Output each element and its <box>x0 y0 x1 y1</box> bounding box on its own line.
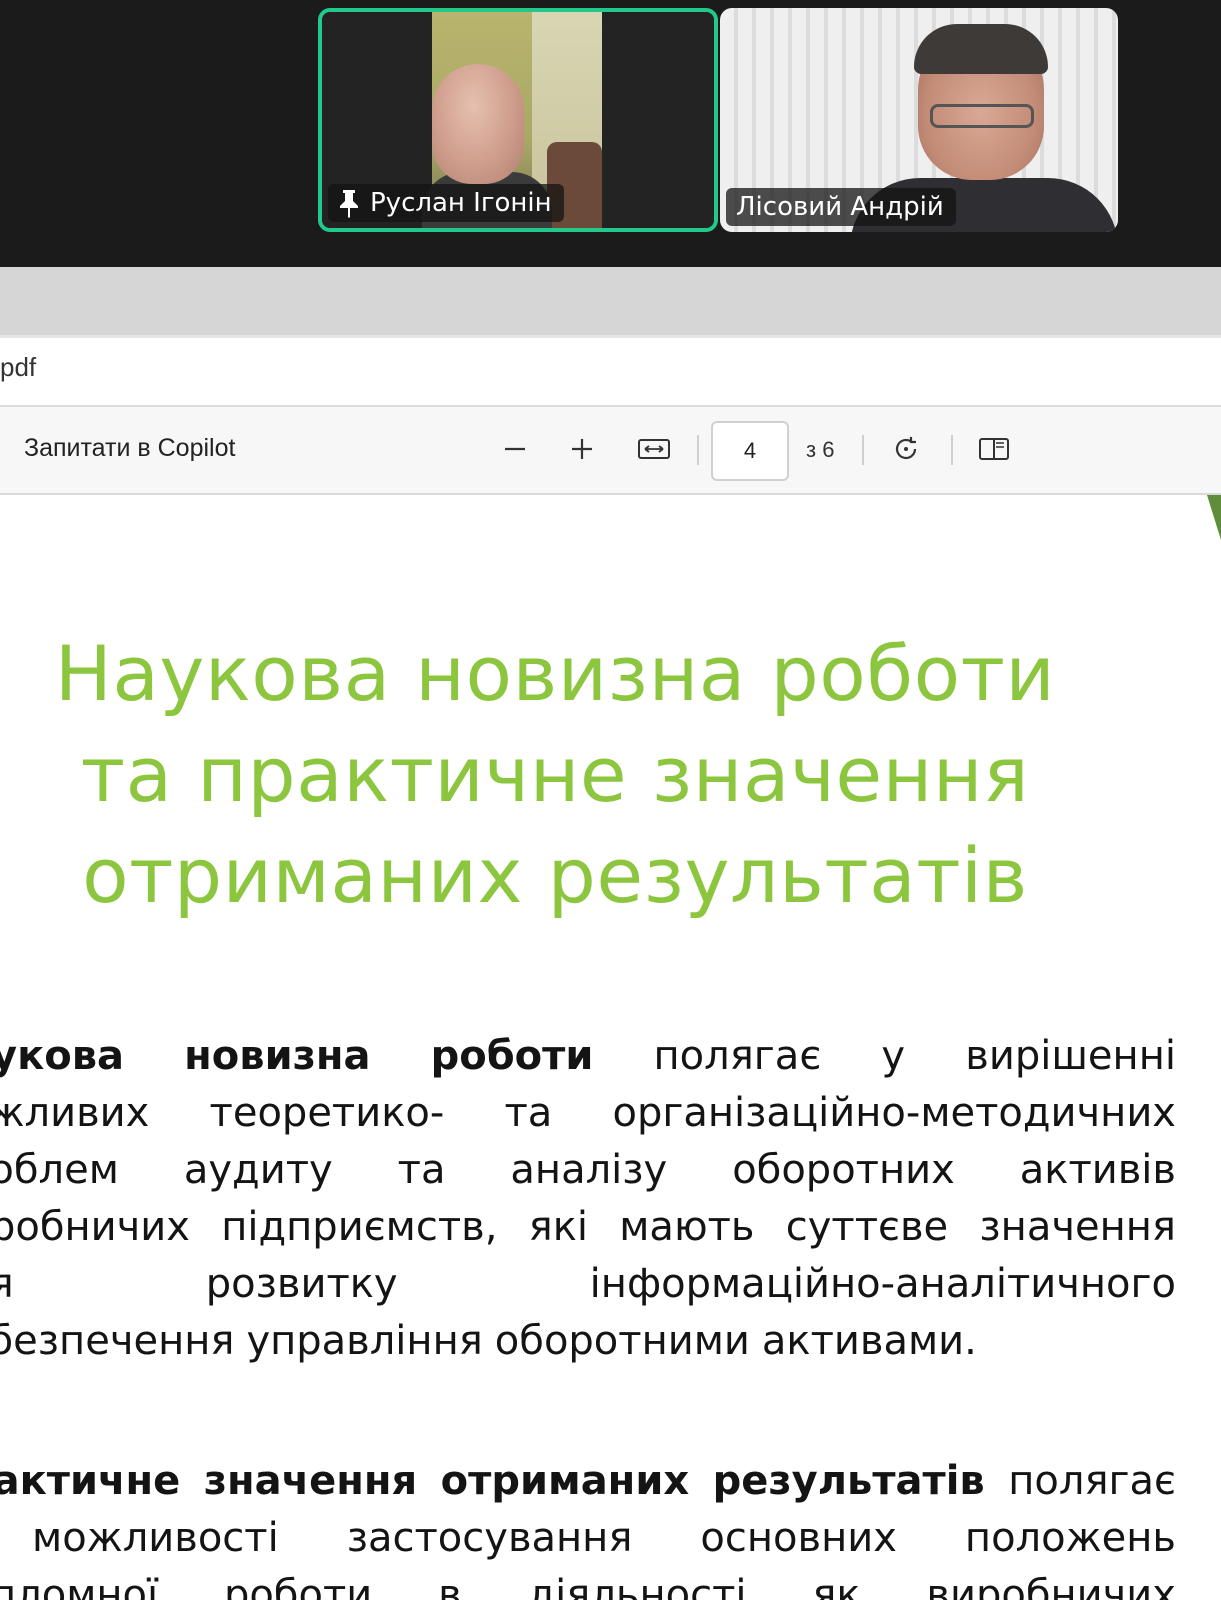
text-word: аудиту <box>183 1147 333 1193</box>
text-word: застосування <box>346 1515 633 1561</box>
participant-name: Руслан Ігонін <box>370 188 552 218</box>
text-word: иробничих <box>0 1204 190 1250</box>
tile-background <box>602 12 714 228</box>
text-word: підприємств, <box>221 1204 498 1250</box>
rotate-icon[interactable] <box>886 429 926 469</box>
text-word: у <box>881 1033 906 1079</box>
slide-title-line: отриманих результатів <box>82 831 1028 920</box>
zoom-out-icon[interactable] <box>495 429 535 469</box>
slide-title-line: Наукова новизна роботи <box>54 629 1056 718</box>
browser-tab-strip <box>0 267 1221 335</box>
text-word: мають <box>619 1204 755 1250</box>
page-total: з 6 <box>806 437 835 462</box>
text-word: рактичне <box>0 1458 181 1504</box>
text-word: значення <box>979 1204 1176 1250</box>
address-text[interactable]: pdf <box>0 352 36 383</box>
participant-tile-active[interactable]: Руслан Ігонін <box>318 8 718 232</box>
participant-tile[interactable]: Лісовий Андрій <box>720 8 1118 232</box>
text-word: роботи <box>430 1033 594 1079</box>
text-word: інформаційно-аналітичного <box>589 1261 1176 1307</box>
video-person-hair <box>914 24 1048 74</box>
text-word: ажливих <box>0 1090 150 1136</box>
page-number-input[interactable]: 4 <box>711 421 789 481</box>
toolbar-separator <box>697 435 699 465</box>
text-word: новизна <box>184 1033 371 1079</box>
text-word: діяльності <box>527 1572 747 1600</box>
video-person-head <box>432 64 524 184</box>
text-word: виробничих <box>926 1572 1176 1600</box>
zoom-in-icon[interactable] <box>562 429 602 469</box>
text-word: ля <box>0 1261 14 1307</box>
text-word: та <box>504 1090 553 1136</box>
video-person-glasses <box>930 104 1034 128</box>
participant-name-tag: Руслан Ігонін <box>328 184 564 222</box>
text-word: значення <box>203 1458 418 1504</box>
text-word: аналізу <box>510 1147 668 1193</box>
text-word: оборотних <box>732 1147 955 1193</box>
paragraph-scientific-novelty: аукова новизна роботи полягає у вирішенн… <box>0 1028 1176 1370</box>
text-word: положень <box>964 1515 1176 1561</box>
text-word: які <box>528 1204 588 1250</box>
slide-decoration <box>1207 495 1221 540</box>
text-word: полягає <box>653 1033 822 1079</box>
text-word: організаційно-методичних <box>612 1090 1176 1136</box>
text-word: основних <box>700 1515 897 1561</box>
text-word: суттєве <box>785 1204 949 1250</box>
text-word: аукова <box>0 1033 124 1079</box>
text-word: вирішенні <box>965 1033 1176 1079</box>
fit-width-icon[interactable] <box>634 429 674 469</box>
text-word: та <box>397 1147 446 1193</box>
pdf-toolbar: Запитати в Copilot 4 з 6 <box>0 407 1221 495</box>
text-word: полягає <box>1008 1458 1176 1504</box>
address-bar[interactable]: pdf <box>0 335 1221 407</box>
text-word: в <box>438 1572 462 1600</box>
text-word: роблем <box>0 1147 119 1193</box>
paragraph-practical-value: рактичне значення отриманих результатів … <box>0 1453 1176 1600</box>
text-word: ипломної <box>0 1572 159 1600</box>
text-word: отриманих <box>440 1458 690 1504</box>
text-word: теоретико- <box>209 1090 445 1136</box>
pin-icon[interactable] <box>338 188 360 218</box>
toolbar-separator <box>951 435 953 465</box>
text-word: оборотними <box>494 1318 750 1364</box>
text-word: результатів <box>712 1458 985 1504</box>
slide-title: Наукова новизна роботи та практичне знач… <box>40 623 1070 926</box>
text-word: можливості <box>32 1515 279 1561</box>
text-word: розвитку <box>205 1261 398 1307</box>
video-strip: Руслан Ігонін Лісовий Андрій <box>0 0 1221 267</box>
page-view-icon[interactable] <box>974 429 1014 469</box>
text-word: як <box>812 1572 861 1600</box>
pdf-page: Наукова новизна роботи та практичне знач… <box>0 495 1221 1600</box>
text-word: активів <box>1019 1147 1176 1193</box>
text-word: абезпечення <box>0 1318 235 1364</box>
toolbar-separator <box>862 435 864 465</box>
ask-copilot-button[interactable]: Запитати в Copilot <box>24 434 235 463</box>
text-word: роботи <box>223 1572 373 1600</box>
participant-name-tag: Лісовий Андрій <box>726 188 956 226</box>
participant-name: Лісовий Андрій <box>736 192 944 222</box>
text-word: управління <box>246 1318 483 1364</box>
text-word: активами. <box>761 1318 977 1364</box>
slide-title-line: та практичне значення <box>80 730 1030 819</box>
